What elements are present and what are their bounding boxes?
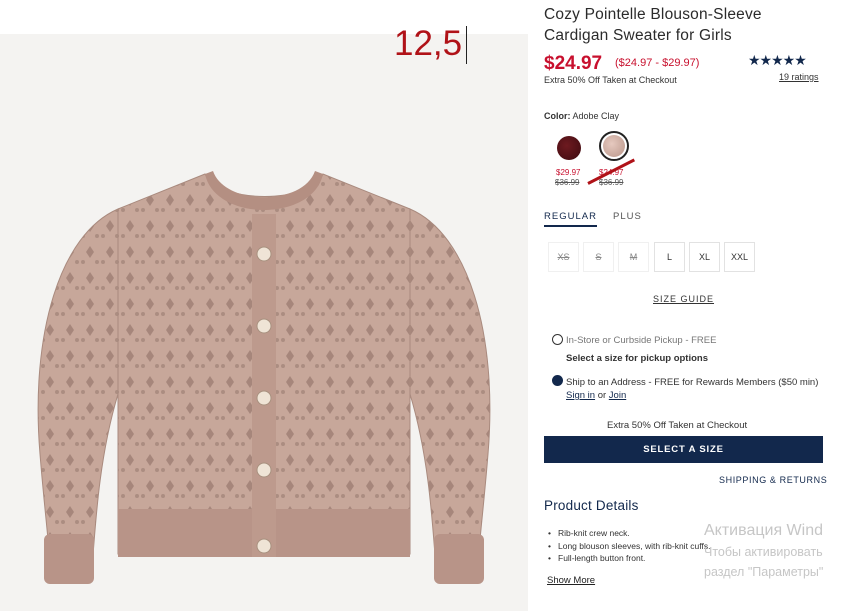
list-item: Rib-knit crew neck. (548, 527, 710, 540)
color-label-key: Color: (544, 111, 571, 121)
watermark-title: Активация Wind (704, 522, 823, 539)
color-selected: Adobe Clay (572, 111, 620, 121)
tab-regular[interactable]: REGULAR (544, 211, 597, 227)
ratings-link[interactable]: 19 ratings (779, 72, 819, 82)
join-link[interactable]: Join (609, 390, 626, 401)
watermark-line: раздел "Параметры" (704, 565, 824, 579)
product-details-list: Rib-knit crew neck. Long blouson sleeves… (548, 527, 710, 565)
size-xs[interactable]: XS (548, 242, 579, 272)
size-m[interactable]: M (618, 242, 649, 272)
ship-radio[interactable] (552, 375, 563, 386)
sign-in-link[interactable]: Sign in (566, 390, 595, 401)
rating-stars-icon: ★★★★★ (748, 52, 807, 68)
list-item: Full-length button front. (548, 552, 710, 565)
text-cursor (466, 26, 467, 64)
product-title: Cozy Pointelle Blouson-Sleeve Cardigan S… (544, 6, 762, 44)
shipping-returns-link[interactable]: SHIPPING & RETURNS (719, 475, 827, 485)
size-xxl[interactable]: XXL (724, 242, 755, 272)
select-size-button[interactable]: SELECT A SIZE (544, 436, 823, 463)
color-label: Color: Adobe Clay (544, 111, 619, 121)
product-image-area (0, 34, 528, 611)
product-details-heading: Product Details (544, 498, 639, 513)
current-price: $24.97 (544, 53, 603, 74)
show-more-link[interactable]: Show More (547, 575, 595, 586)
list-item: Long blouson sleeves, with rib-knit cuff… (548, 540, 710, 553)
ship-label: Ship to an Address - FREE for Rewards Me… (566, 377, 819, 388)
swatch-sale-price: $29.97 (556, 168, 581, 177)
color-swatch-adobe-clay-fill (603, 135, 625, 157)
price-annotation: 12,5 (394, 24, 463, 63)
product-image[interactable] (0, 34, 528, 611)
pickup-label: In-Store or Curbside Pickup - FREE (566, 335, 717, 346)
swatch-original-price: $36.99 (599, 178, 624, 187)
size-guide-link[interactable]: SIZE GUIDE (653, 294, 714, 304)
price-range: ($24.97 - $29.97) (615, 57, 700, 69)
size-s[interactable]: S (583, 242, 614, 272)
discount-note: Extra 50% Off Taken at Checkout (544, 75, 677, 85)
size-xl[interactable]: XL (689, 242, 720, 272)
size-l[interactable]: L (654, 242, 685, 272)
windows-activation-watermark: Активация Wind Чтобы активировать раздел… (704, 520, 823, 582)
swatch-original-price: $36.99 (555, 178, 580, 187)
color-swatch-burgundy[interactable] (557, 136, 581, 160)
ship-option: Ship to an Address - FREE for Rewards Me… (566, 376, 828, 402)
checkout-discount-note: Extra 50% Off Taken at Checkout (607, 420, 748, 431)
watermark-line: Чтобы активировать (704, 545, 823, 559)
or-text: or (597, 390, 607, 401)
pickup-note: Select a size for pickup options (566, 352, 708, 365)
tab-plus[interactable]: PLUS (613, 211, 642, 222)
pickup-note-text: Select a size for pickup options (566, 353, 709, 364)
pickup-radio[interactable] (552, 334, 563, 345)
